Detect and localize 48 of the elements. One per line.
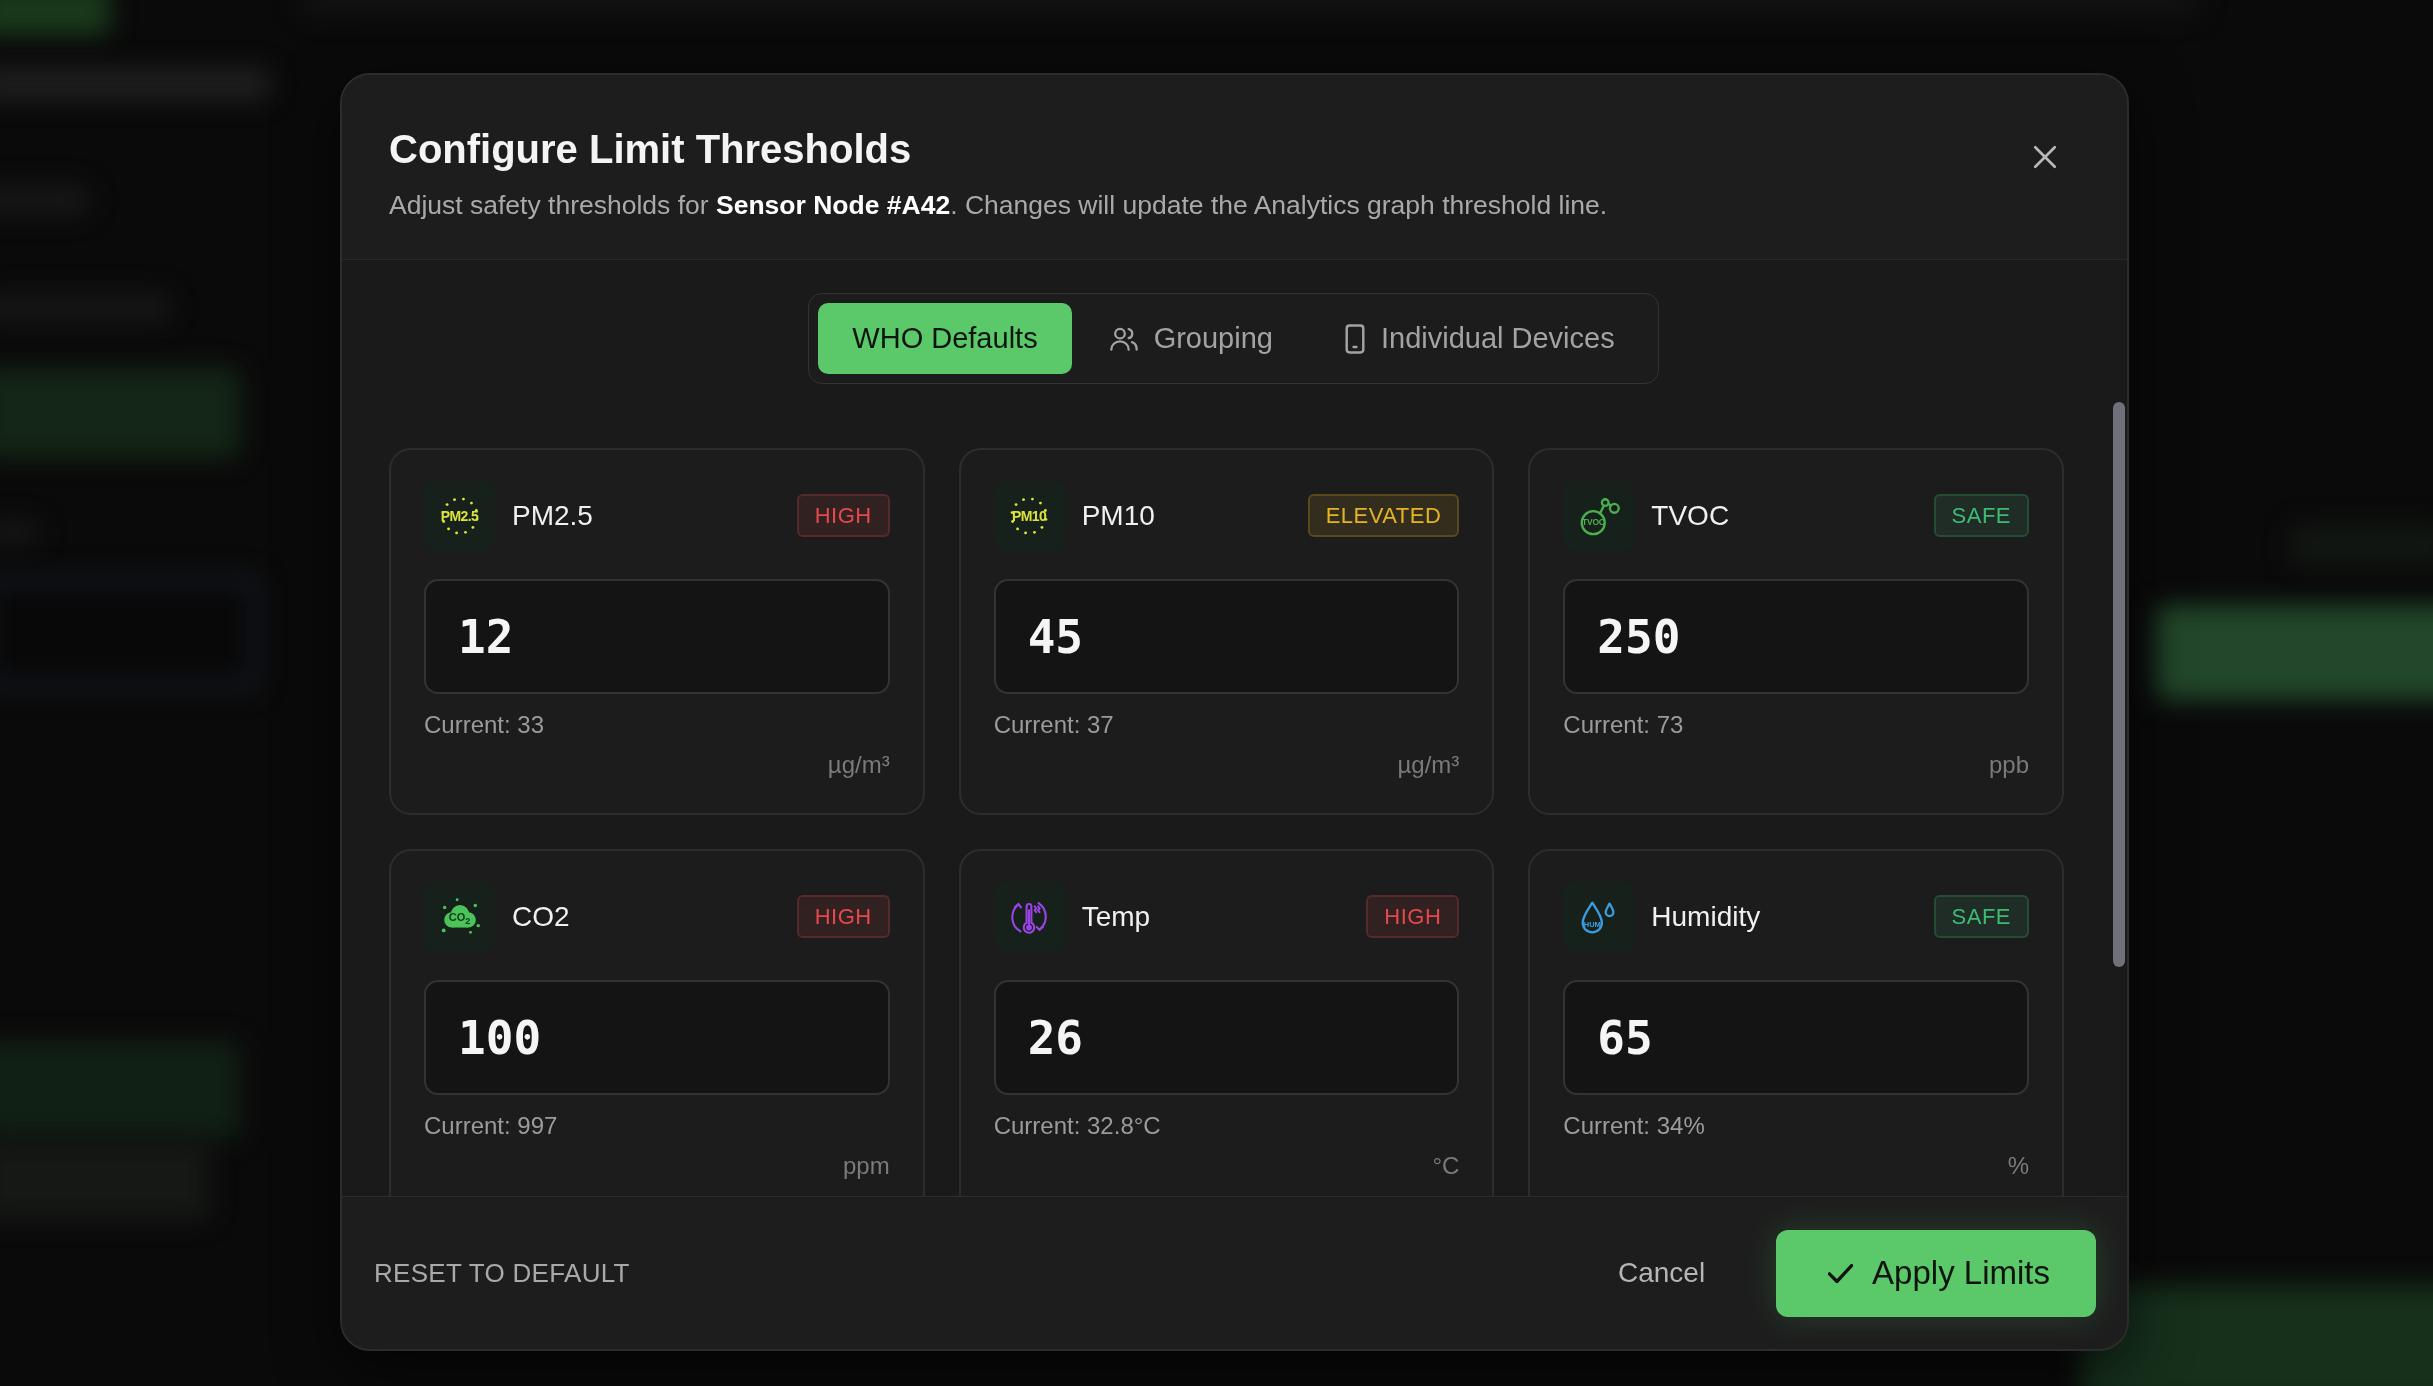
scrollbar[interactable] xyxy=(2113,402,2125,967)
metric-name: Temp xyxy=(1081,900,1152,933)
current-reading: Current: 73 xyxy=(1563,710,1684,740)
particle-ring-icon: PM2.5 xyxy=(424,480,495,551)
current-reading: Current: 37 xyxy=(993,710,1114,740)
check-icon xyxy=(1828,1263,1854,1283)
metric-name: PM2.5 xyxy=(512,499,594,532)
cancel-button[interactable]: Cancel xyxy=(1617,1257,1706,1289)
tab[interactable]: WHO Defaults xyxy=(818,303,1072,374)
threshold-input[interactable]: 65 xyxy=(1563,980,2029,1095)
status-badge: HIGH xyxy=(796,895,890,938)
status-badge: HIGH xyxy=(796,494,890,537)
metric-name: Humidity xyxy=(1651,900,1762,933)
unit-label: ppb xyxy=(1988,750,2029,780)
current-reading: Current: 33 xyxy=(424,710,545,740)
threshold-input[interactable]: 250 xyxy=(1563,579,2029,694)
close-icon xyxy=(2032,144,2058,170)
current-reading: Current: 34% xyxy=(1563,1111,1705,1141)
cloud-icon: CO$_{2}$ xyxy=(424,881,495,952)
dialog-description: Adjust safety thresholds for Sensor Node #A42. Changes will update the Analytics graph threshold line. xyxy=(389,189,1608,222)
unit-label: µg/m³ xyxy=(827,750,890,780)
metric-name: CO2 xyxy=(512,900,571,933)
status-badge: HIGH xyxy=(1366,895,1460,938)
apply-button[interactable]: Apply Limits xyxy=(1776,1229,2096,1317)
unit-label: ppm xyxy=(842,1151,890,1181)
current-reading: Current: 32.8°C xyxy=(993,1111,1161,1141)
unit-label: % xyxy=(2007,1151,2029,1181)
phone-icon xyxy=(1344,323,1365,354)
tab[interactable]: Grouping xyxy=(1075,303,1307,374)
tab[interactable]: Individual Devices xyxy=(1310,303,1649,374)
metric-name: TVOC xyxy=(1651,499,1731,532)
status-badge: SAFE xyxy=(1933,494,2029,537)
dialog-title: Configure Limit Thresholds xyxy=(389,126,912,173)
status-badge: ELEVATED xyxy=(1307,494,1460,537)
people-icon xyxy=(1109,326,1138,351)
unit-label: µg/m³ xyxy=(1397,750,1460,780)
status-badge: SAFE xyxy=(1933,895,2029,938)
reset-button[interactable]: RESET TO DEFAULT xyxy=(374,1257,630,1289)
thermometer-icon xyxy=(993,881,1065,952)
threshold-input[interactable]: 100 xyxy=(424,980,890,1095)
threshold-input[interactable]: 12 xyxy=(424,579,890,694)
particle-ring-icon: PM10 xyxy=(993,480,1065,551)
unit-label: °C xyxy=(1432,1151,1460,1181)
current-reading: Current: 997 xyxy=(424,1111,558,1141)
metric-name: PM10 xyxy=(1081,499,1156,532)
threshold-input[interactable]: 26 xyxy=(993,980,1460,1095)
molecule-icon: TVOC xyxy=(1563,480,1635,551)
threshold-input[interactable]: 45 xyxy=(993,579,1460,694)
